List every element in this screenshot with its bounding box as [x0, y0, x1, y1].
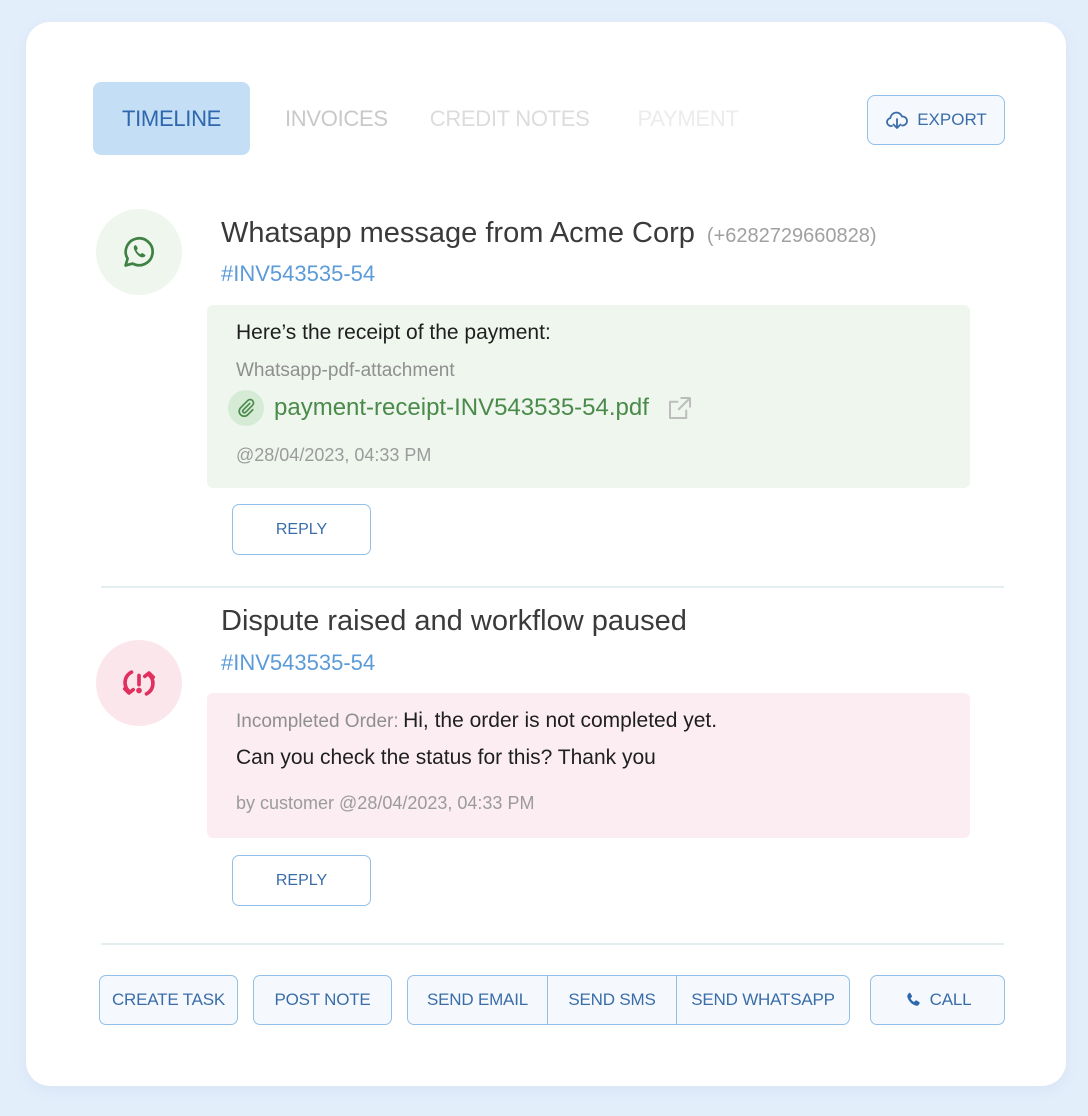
message-timestamp: @28/04/2023, 04:33 PM — [236, 445, 432, 465]
message-text: Here’s the receipt of the payment: — [236, 321, 551, 344]
entry-title: Dispute raised and workflow paused — [221, 605, 687, 637]
whatsapp-icon — [124, 237, 154, 267]
send-whatsapp-button[interactable]: SEND WHATSAPP — [676, 976, 849, 1024]
create-task-button[interactable]: CREATE TASK — [99, 975, 238, 1025]
call-label: CALL — [929, 990, 972, 1009]
tab-invoices[interactable]: INVOICES — [285, 82, 388, 155]
send-button-group: SEND EMAIL SEND SMS SEND WHATSAPP — [407, 975, 850, 1025]
message-text-line2: Can you check the status for this? Thank… — [236, 746, 656, 769]
dispute-sync-alert-icon — [123, 670, 156, 696]
paperclip-icon — [228, 390, 264, 426]
attachment-label: Whatsapp-pdf-attachment — [236, 360, 455, 381]
divider — [101, 586, 1004, 588]
reply-button[interactable]: REPLY — [232, 855, 371, 906]
message-prefix: Incompleted Order: — [236, 711, 399, 732]
phone-number: (+6282729660828) — [706, 225, 877, 247]
send-sms-button[interactable]: SEND SMS — [547, 976, 676, 1024]
attachment-file-link[interactable]: payment-receipt-INV543535-54.pdf — [274, 394, 649, 422]
phone-icon — [906, 992, 920, 1006]
message-byline: by customer @28/04/2023, 04:33 PM — [236, 793, 535, 813]
divider — [101, 943, 1004, 945]
external-link-icon[interactable] — [665, 393, 695, 423]
entry-title: Whatsapp message from Acme Corp (+628272… — [221, 217, 877, 250]
message-text: Hi, the order is not completed yet. — [403, 709, 718, 732]
timeline-card — [26, 22, 1066, 1086]
tab-bar: TIMELINE INVOICES CREDIT NOTES PAYMENT — [93, 82, 739, 155]
tab-credit-notes[interactable]: CREDIT NOTES — [430, 82, 590, 155]
call-button[interactable]: CALL — [870, 975, 1005, 1025]
export-button[interactable]: EXPORT — [867, 95, 1005, 145]
send-email-button[interactable]: SEND EMAIL — [408, 976, 547, 1024]
attachment-row: payment-receipt-INV543535-54.pdf — [228, 390, 695, 426]
tab-payment[interactable]: PAYMENT — [638, 82, 739, 155]
post-note-button[interactable]: POST NOTE — [253, 975, 392, 1025]
dispute-message-line1: Incompleted Order: Hi, the order is not … — [236, 709, 717, 733]
tab-timeline[interactable]: TIMELINE — [93, 82, 250, 155]
entry-title-text: Whatsapp message from Acme Corp — [221, 217, 695, 249]
cloud-download-icon — [886, 111, 909, 129]
invoice-link[interactable]: #INV543535-54 — [221, 650, 375, 676]
dispute-avatar — [96, 640, 182, 726]
whatsapp-avatar — [96, 209, 182, 295]
export-label: EXPORT — [917, 110, 987, 129]
reply-button[interactable]: REPLY — [232, 504, 371, 555]
invoice-link[interactable]: #INV543535-54 — [221, 261, 375, 287]
